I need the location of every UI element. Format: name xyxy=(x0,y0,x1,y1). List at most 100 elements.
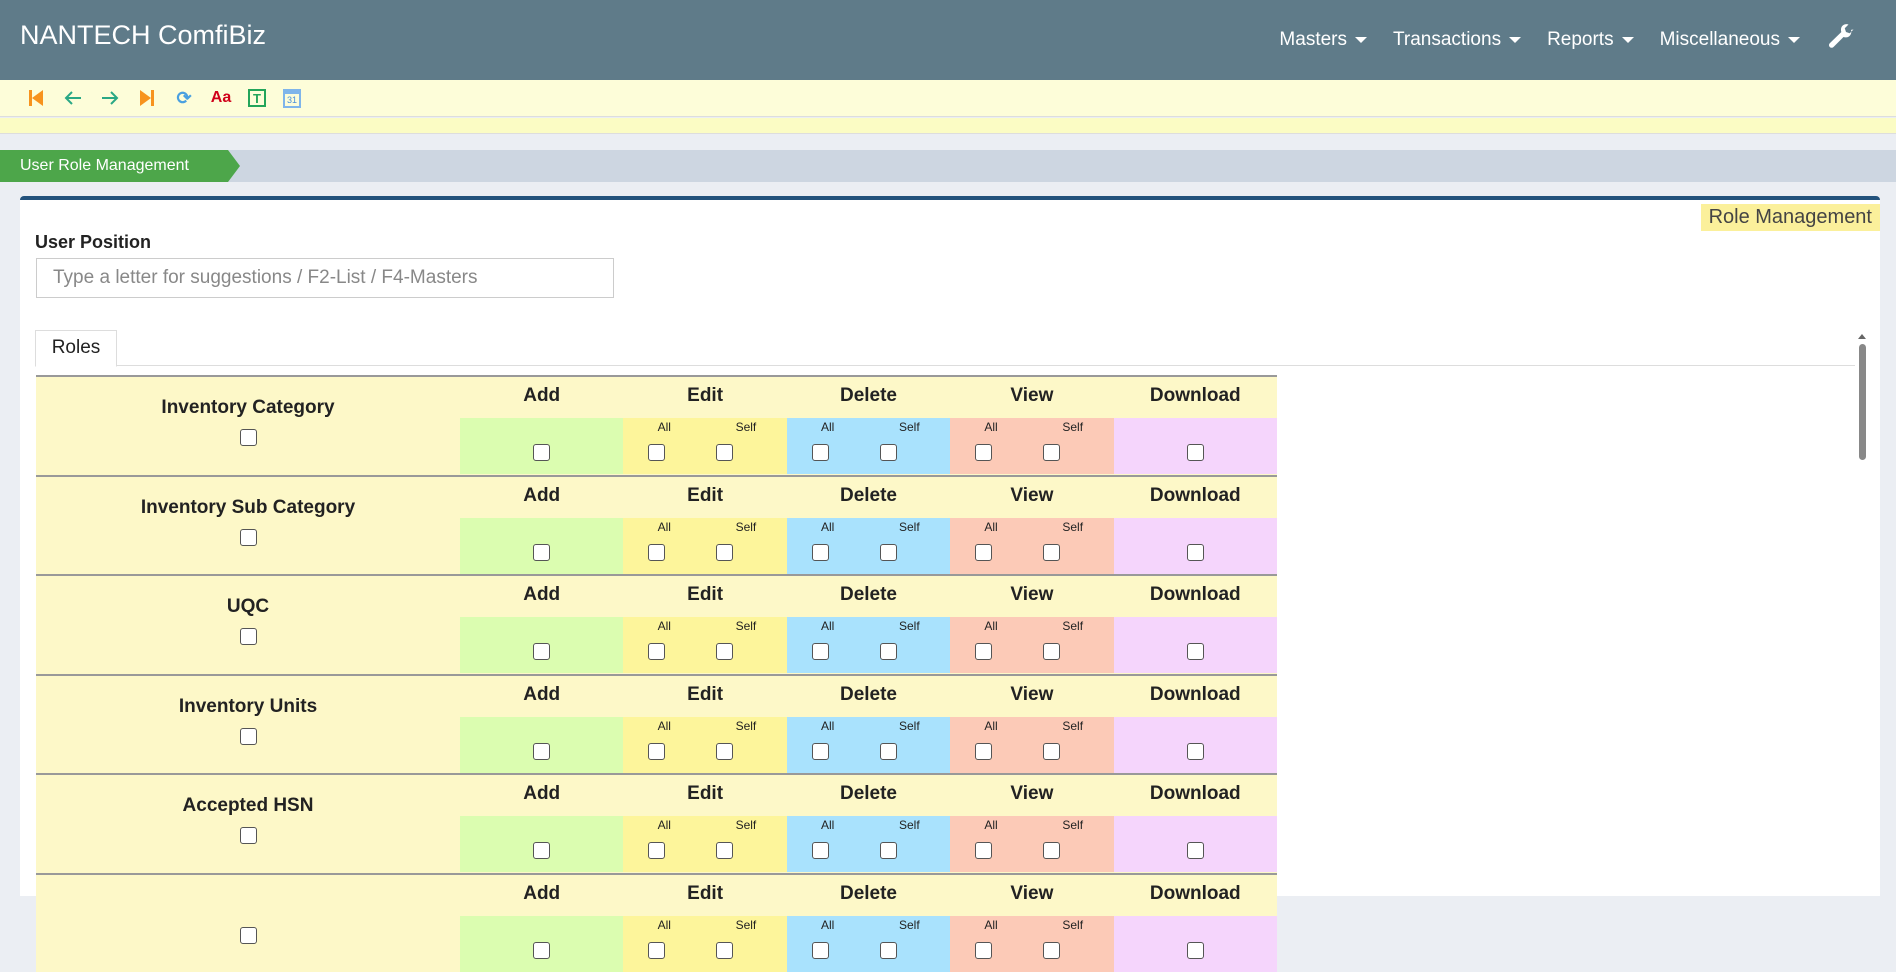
edit-self-checkbox[interactable] xyxy=(716,643,733,660)
edit-all-checkbox[interactable] xyxy=(648,942,665,959)
delete-all-checkbox[interactable] xyxy=(812,942,829,959)
menu-label: Reports xyxy=(1547,29,1614,50)
app-brand[interactable]: NANTECH ComfiBiz xyxy=(20,20,266,51)
permission-header: Delete xyxy=(787,477,950,518)
download-checkbox[interactable] xyxy=(1187,743,1204,760)
previous-icon[interactable] xyxy=(63,88,83,108)
view-self-checkbox[interactable] xyxy=(1043,942,1060,959)
menu-masters[interactable]: Masters xyxy=(1279,29,1367,51)
edit-self-checkbox[interactable] xyxy=(716,942,733,959)
view-self-checkbox[interactable] xyxy=(1043,444,1060,461)
menu-reports[interactable]: Reports xyxy=(1547,29,1634,51)
text-icon[interactable]: T xyxy=(248,89,266,107)
edit-all-checkbox[interactable] xyxy=(648,444,665,461)
font-icon[interactable]: Aa xyxy=(211,88,231,108)
menu-transactions[interactable]: Transactions xyxy=(1393,29,1521,51)
delete-self-checkbox[interactable] xyxy=(880,942,897,959)
download-checkbox[interactable] xyxy=(1187,842,1204,859)
table-row: AddEditAllSelfDeleteAllSelfViewAllSelfDo… xyxy=(36,873,1277,972)
edit-self-checkbox[interactable] xyxy=(716,544,733,561)
permission-header: Delete xyxy=(787,576,950,617)
row-name-cell xyxy=(36,875,460,972)
edit-all-checkbox[interactable] xyxy=(648,643,665,660)
add-checkbox[interactable] xyxy=(533,544,550,561)
download-checkbox[interactable] xyxy=(1187,544,1204,561)
delete-all-checkbox[interactable] xyxy=(812,444,829,461)
delete-self-checkbox[interactable] xyxy=(880,743,897,760)
wrench-icon[interactable] xyxy=(1826,22,1856,58)
permission-cell xyxy=(1114,717,1277,773)
sub-label: Self xyxy=(868,918,950,932)
download-checkbox[interactable] xyxy=(1187,643,1204,660)
row-select-checkbox[interactable] xyxy=(240,927,257,944)
tab-bar: Roles xyxy=(35,330,1855,366)
download-checkbox[interactable] xyxy=(1187,444,1204,461)
edit-self-checkbox[interactable] xyxy=(716,842,733,859)
view-all-checkbox[interactable] xyxy=(975,842,992,859)
sub-label: Self xyxy=(1032,420,1114,434)
view-all-checkbox[interactable] xyxy=(975,643,992,660)
permission-edit: EditAllSelf xyxy=(623,576,786,674)
view-self-checkbox[interactable] xyxy=(1043,643,1060,660)
view-all-checkbox[interactable] xyxy=(975,942,992,959)
edit-all-checkbox[interactable] xyxy=(648,743,665,760)
permission-add: Add xyxy=(460,875,623,972)
download-checkbox[interactable] xyxy=(1187,942,1204,959)
tab-roles[interactable]: Roles xyxy=(35,330,117,367)
edit-all-checkbox[interactable] xyxy=(648,842,665,859)
delete-self-checkbox[interactable] xyxy=(880,643,897,660)
delete-self-checkbox[interactable] xyxy=(880,842,897,859)
table-row: Inventory UnitsAddEditAllSelfDeleteAllSe… xyxy=(36,674,1277,774)
delete-all-checkbox[interactable] xyxy=(812,544,829,561)
permission-cell: AllSelf xyxy=(787,916,950,972)
refresh-icon[interactable]: ⟳ xyxy=(174,88,194,108)
last-record-icon[interactable] xyxy=(137,88,157,108)
delete-all-checkbox[interactable] xyxy=(812,743,829,760)
permission-header: Edit xyxy=(623,676,786,717)
breadcrumb-user-role-management[interactable]: User Role Management xyxy=(0,150,240,182)
row-name-cell: Inventory Sub Category xyxy=(36,477,460,575)
row-select-checkbox[interactable] xyxy=(240,728,257,745)
view-all-checkbox[interactable] xyxy=(975,544,992,561)
delete-all-checkbox[interactable] xyxy=(812,643,829,660)
edit-self-checkbox[interactable] xyxy=(716,444,733,461)
permission-header: Add xyxy=(460,775,623,816)
view-self-checkbox[interactable] xyxy=(1043,842,1060,859)
next-icon[interactable] xyxy=(100,88,120,108)
add-checkbox[interactable] xyxy=(533,942,550,959)
scroll-up-icon[interactable] xyxy=(1858,334,1866,339)
permission-cell: AllSelf xyxy=(787,617,950,673)
sub-label: All xyxy=(623,818,705,832)
scrollbar[interactable] xyxy=(1856,334,1868,904)
view-self-checkbox[interactable] xyxy=(1043,743,1060,760)
delete-self-checkbox[interactable] xyxy=(880,544,897,561)
permission-download: Download xyxy=(1114,676,1277,774)
permission-cell: AllSelf xyxy=(623,916,786,972)
row-select-checkbox[interactable] xyxy=(240,827,257,844)
menu-miscellaneous[interactable]: Miscellaneous xyxy=(1660,29,1800,51)
row-select-checkbox[interactable] xyxy=(240,429,257,446)
delete-all-checkbox[interactable] xyxy=(812,842,829,859)
delete-self-checkbox[interactable] xyxy=(880,444,897,461)
permission-header: Add xyxy=(460,875,623,916)
row-select-checkbox[interactable] xyxy=(240,529,257,546)
add-checkbox[interactable] xyxy=(533,643,550,660)
calendar-icon[interactable]: 31 xyxy=(283,89,301,108)
view-self-checkbox[interactable] xyxy=(1043,544,1060,561)
edit-all-checkbox[interactable] xyxy=(648,544,665,561)
first-record-icon[interactable] xyxy=(26,88,46,108)
permission-cell xyxy=(1114,418,1277,474)
view-all-checkbox[interactable] xyxy=(975,743,992,760)
permission-cell xyxy=(1114,518,1277,574)
permission-header: View xyxy=(950,775,1113,816)
add-checkbox[interactable] xyxy=(533,743,550,760)
row-select-checkbox[interactable] xyxy=(240,628,257,645)
add-checkbox[interactable] xyxy=(533,842,550,859)
permission-header: Delete xyxy=(787,676,950,717)
user-position-input[interactable] xyxy=(36,258,614,298)
edit-self-checkbox[interactable] xyxy=(716,743,733,760)
add-checkbox[interactable] xyxy=(533,444,550,461)
scrollbar-thumb[interactable] xyxy=(1859,344,1866,460)
sub-label: Self xyxy=(705,520,787,534)
view-all-checkbox[interactable] xyxy=(975,444,992,461)
